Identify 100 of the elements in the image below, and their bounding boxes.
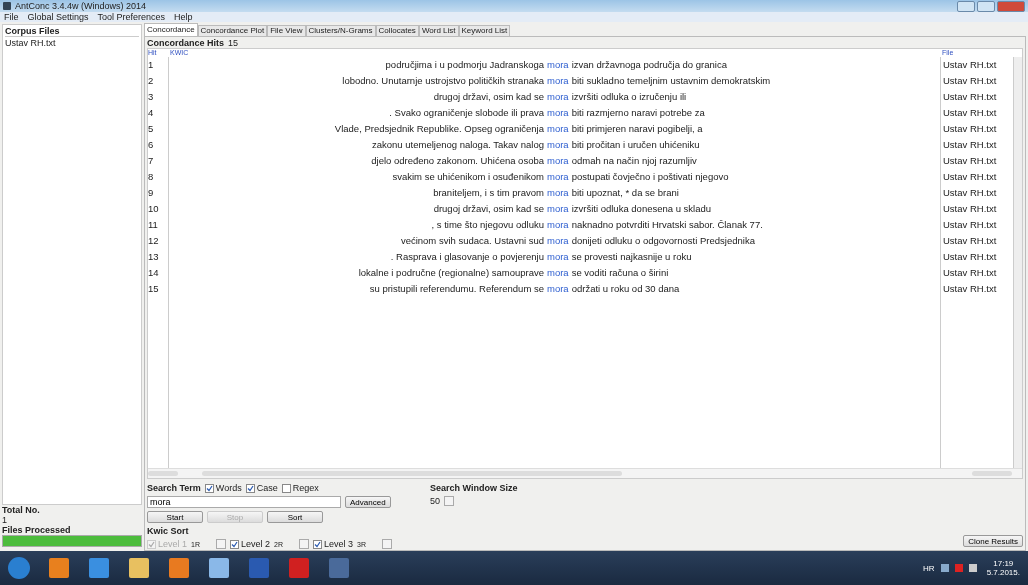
clone-results-button[interactable]: Clone Results bbox=[963, 535, 1023, 547]
right-context: biti pročitan i uručen uhićeniku bbox=[571, 138, 700, 152]
left-context: Vlade, Predsjednik Republike. Opseg ograničenja bbox=[333, 122, 544, 136]
keyword[interactable]: mora bbox=[547, 57, 569, 73]
tab[interactable]: Clusters/N-Grams bbox=[305, 25, 376, 36]
start-orb-icon[interactable] bbox=[8, 557, 30, 579]
right-context: održati u roku od 30 dana bbox=[571, 282, 680, 296]
close-button[interactable] bbox=[997, 0, 1025, 12]
left-context: lobodno. Unutarnje ustrojstvo političkih stranaka bbox=[341, 74, 544, 88]
keyword[interactable]: mora bbox=[547, 105, 569, 121]
file-name: Ustav RH.txt bbox=[943, 202, 998, 216]
hit-number: 10 bbox=[148, 202, 160, 216]
action-button[interactable]: Start bbox=[147, 511, 203, 523]
file-name: Ustav RH.txt bbox=[943, 170, 998, 184]
right-context: donijeti odluku o odgovornosti Predsjednika bbox=[571, 234, 755, 248]
tab[interactable]: Word List bbox=[418, 25, 459, 36]
clock-date[interactable]: 5.7.2015. bbox=[986, 568, 1020, 577]
file-name: Ustav RH.txt bbox=[943, 58, 998, 72]
tab[interactable]: Concordance Plot bbox=[197, 25, 268, 36]
concordance-hits-count: 15 bbox=[228, 38, 239, 48]
right-context: naknadno potvrditi Hrvatski sabor. Članak 77. bbox=[571, 218, 763, 232]
minimize-button[interactable] bbox=[957, 0, 975, 12]
left-context: djelo određeno zakonom. Uhićena osoba bbox=[370, 154, 544, 168]
sort-level-label: Level 1 bbox=[158, 539, 188, 549]
keyword[interactable]: mora bbox=[547, 233, 569, 249]
keyword[interactable]: mora bbox=[547, 153, 569, 169]
keyword[interactable]: mora bbox=[547, 169, 569, 185]
right-context: se provesti najkasnije u roku bbox=[571, 250, 692, 264]
action-button[interactable]: Sort bbox=[267, 511, 323, 523]
search-window-size-label: Search Window Size bbox=[429, 483, 518, 493]
keyword[interactable]: mora bbox=[547, 281, 569, 297]
corpus-file-item[interactable]: Ustav RH.txt bbox=[5, 38, 139, 48]
file-name: Ustav RH.txt bbox=[943, 234, 998, 248]
spinner[interactable] bbox=[216, 539, 226, 549]
vertical-scrollbar[interactable] bbox=[1013, 57, 1022, 468]
hit-number: 13 bbox=[148, 250, 160, 264]
keyword[interactable]: mora bbox=[547, 249, 569, 265]
total-no-label: Total No. bbox=[2, 505, 41, 515]
keyword[interactable]: mora bbox=[547, 201, 569, 217]
right-context: odmah na način njoj razumljiv bbox=[571, 154, 697, 168]
tab[interactable]: Keyword List bbox=[458, 25, 511, 36]
corpus-files-title: Corpus Files bbox=[5, 26, 139, 37]
spinner[interactable] bbox=[443, 496, 454, 506]
left-context: su pristupili referendumu. Referendum se bbox=[368, 282, 544, 296]
sort-level-label: Level 2 bbox=[241, 539, 270, 549]
checkbox-box[interactable] bbox=[230, 539, 239, 549]
sort-level-label: Level 3 bbox=[323, 539, 353, 549]
language-indicator[interactable]: HR bbox=[923, 563, 935, 573]
hit-number: 8 bbox=[148, 170, 155, 184]
keyword[interactable]: mora bbox=[547, 217, 569, 233]
right-context: biti upoznat, * da se brani bbox=[571, 186, 679, 200]
menu-item[interactable]: Tool Preferences bbox=[97, 12, 166, 22]
right-context: biti sukladno temeljnim ustavnim demokratskim bbox=[571, 74, 771, 88]
menu-item[interactable]: Help bbox=[174, 12, 193, 22]
hit-number: 3 bbox=[148, 90, 155, 104]
hit-number: 1 bbox=[148, 58, 155, 72]
right-context: izvršiti odluka o izručenju ili bbox=[571, 90, 687, 104]
keyword[interactable]: mora bbox=[547, 137, 569, 153]
checkbox[interactable]: Words bbox=[204, 483, 242, 493]
window-size-value[interactable]: 50 bbox=[429, 496, 440, 506]
keyword[interactable]: mora bbox=[547, 89, 569, 105]
keyword[interactable]: mora bbox=[547, 185, 569, 201]
hit-number: 5 bbox=[148, 122, 155, 136]
hit-number: 12 bbox=[148, 234, 160, 248]
menu-item[interactable]: File bbox=[4, 12, 19, 22]
hit-number: 2 bbox=[148, 74, 155, 88]
spinner[interactable] bbox=[381, 539, 392, 549]
right-context: izvršiti odluka donesena u skladu bbox=[571, 202, 712, 216]
file-name: Ustav RH.txt bbox=[943, 90, 998, 104]
search-term-label: Search Term bbox=[147, 483, 201, 493]
checkbox-box[interactable] bbox=[312, 539, 322, 549]
right-context: se voditi računa o širini bbox=[571, 266, 669, 280]
advanced-button[interactable]: Advanced bbox=[345, 496, 391, 508]
search-field[interactable]: mora bbox=[147, 496, 341, 508]
left-context: , s time što njegovu odluku bbox=[430, 218, 544, 232]
left-context: drugoj državi, osim kad se bbox=[432, 90, 544, 104]
keyword[interactable]: mora bbox=[547, 73, 569, 89]
checkbox[interactable]: Case bbox=[245, 483, 278, 493]
file-name: Ustav RH.txt bbox=[943, 122, 998, 136]
file-name: Ustav RH.txt bbox=[943, 74, 998, 88]
checkbox-box[interactable] bbox=[281, 483, 291, 493]
hit-number: 15 bbox=[148, 282, 160, 296]
checkbox[interactable]: Regex bbox=[281, 483, 319, 493]
tab[interactable]: Concordance bbox=[144, 23, 198, 36]
tab[interactable]: Collocates bbox=[375, 25, 419, 36]
keyword[interactable]: mora bbox=[547, 265, 569, 281]
hit-number: 9 bbox=[148, 186, 155, 200]
hit-number: 14 bbox=[148, 266, 160, 280]
clock-time[interactable]: 17:19 bbox=[993, 559, 1014, 568]
keyword[interactable]: mora bbox=[547, 121, 569, 137]
tab[interactable]: File View bbox=[267, 25, 306, 36]
checkbox-box[interactable] bbox=[245, 483, 255, 493]
checkbox-box[interactable] bbox=[204, 483, 214, 493]
kwic-sort-label: Kwic Sort bbox=[147, 526, 190, 536]
maximize-button[interactable] bbox=[977, 0, 995, 12]
menu-item[interactable]: Global Settings bbox=[27, 12, 89, 22]
left-context: . Svako ograničenje slobode ili prava bbox=[388, 106, 544, 120]
files-processed-label: Files Processed bbox=[2, 525, 72, 535]
file-name: Ustav RH.txt bbox=[943, 250, 998, 264]
concordance-hits-label: Concordance Hits bbox=[147, 38, 224, 48]
